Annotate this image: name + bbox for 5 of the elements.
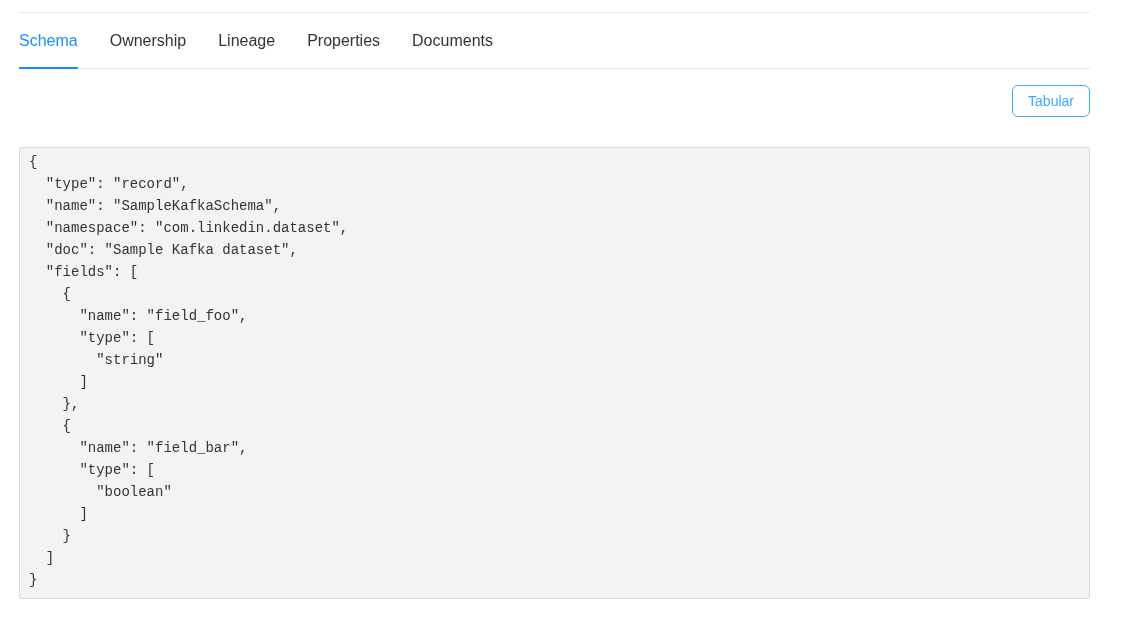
tab[interactable]: Ownership [109, 13, 187, 69]
tab[interactable]: Lineage [218, 13, 276, 69]
tab[interactable]: Documents [412, 13, 493, 69]
tab[interactable]: Properties [307, 13, 381, 69]
schema-code: { "type": "record", "name": "SampleKafkaSchema", "namespace": "com.linkedin.dataset", "doc": "Sample Kafka dataset", "fields": [ { "name": "field_foo", "type": [ "string" ] }, { "name": "field_bar", "type": [ "boolean" ] } ] } [19, 147, 1090, 599]
